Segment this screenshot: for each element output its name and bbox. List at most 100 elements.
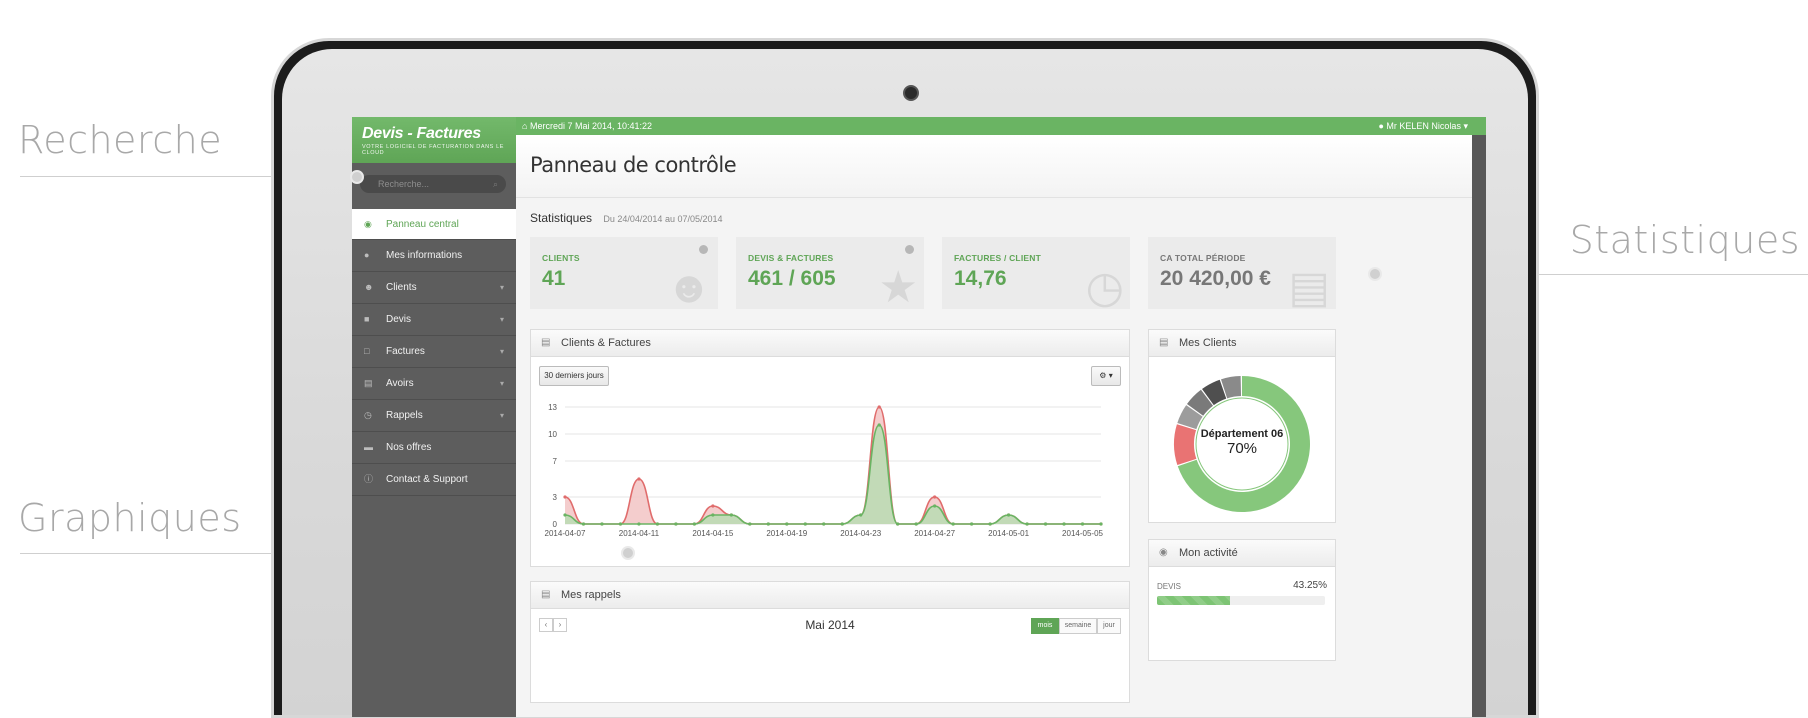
stats-range: Du 24/04/2014 au 07/05/2014 bbox=[603, 214, 723, 224]
stat-card-label: DEVIS & FACTURES bbox=[748, 253, 834, 263]
app-logo[interactable]: Devis - Factures VOTRE LOGICIEL DE FACTU… bbox=[352, 117, 516, 163]
activity-panel: ◉ Mon activité DEVIS 43.25% bbox=[1148, 539, 1336, 661]
reminders-panel-title: Mes rappels bbox=[561, 589, 621, 601]
y-tick-label: 7 bbox=[553, 457, 558, 466]
donut-label: Département 06 bbox=[1200, 428, 1284, 440]
caret-down-icon: ▾ bbox=[499, 379, 504, 388]
x-tick-label: 2014-04-23 bbox=[840, 529, 881, 538]
current-date: ⌂ Mercredi 7 Mai 2014, 10:41:22 bbox=[522, 117, 652, 135]
data-point bbox=[748, 522, 752, 526]
stat-card-factures-client[interactable]: FACTURES / CLIENT 14,76 ◷ bbox=[942, 237, 1130, 309]
activity-panel-title: Mon activité bbox=[1179, 547, 1238, 559]
date-text: Mercredi 7 Mai 2014, 10:41:22 bbox=[529, 121, 653, 131]
y-tick-label: 0 bbox=[553, 520, 558, 529]
callout-stats-dot bbox=[1368, 267, 1382, 281]
sidebar-item-nos-offres[interactable]: ▬ Nos offres bbox=[352, 432, 516, 464]
stat-card-value: 14,76 bbox=[954, 267, 1007, 290]
play-icon[interactable] bbox=[905, 245, 914, 254]
folder-icon: ■ bbox=[364, 314, 370, 324]
clients-panel-header: ▤ Mes Clients bbox=[1149, 330, 1335, 357]
search-icon[interactable]: ⌕ bbox=[493, 175, 498, 193]
stat-card-value: 461 / 605 bbox=[748, 267, 836, 290]
caret-down-icon: ▾ bbox=[499, 315, 504, 324]
page-title: Panneau de contrôle bbox=[530, 153, 737, 177]
activity-label: DEVIS bbox=[1157, 582, 1182, 591]
sidebar-item-clients[interactable]: ☻ Clients ▾ bbox=[352, 272, 516, 304]
sidebar-item-rappels[interactable]: ◷ Rappels ▾ bbox=[352, 400, 516, 432]
sidebar-item-label: Devis bbox=[386, 314, 412, 325]
range-button[interactable]: 30 derniers jours bbox=[539, 366, 609, 386]
folder-open-icon: □ bbox=[364, 346, 370, 356]
sidebar-item-label: Contact & Support bbox=[386, 474, 468, 485]
data-point bbox=[1006, 513, 1011, 517]
user-menu[interactable]: ● Mr KELEN Nicolas ▾ bbox=[1378, 117, 1468, 135]
play-icon[interactable] bbox=[699, 245, 708, 254]
info-icon: ⓘ bbox=[364, 474, 374, 484]
sidebar-item-label: Factures bbox=[386, 346, 425, 357]
x-tick-label: 2014-04-19 bbox=[766, 529, 807, 538]
activity-panel-header: ◉ Mon activité bbox=[1149, 540, 1335, 567]
laptop-bezel: Devis - Factures VOTRE LOGICIEL DE FACTU… bbox=[282, 49, 1528, 717]
stats-heading: Statistiques Du 24/04/2014 au 07/05/2014 bbox=[530, 211, 723, 225]
chart-panel: ▤ Clients & Factures 30 derniers jours ⚙… bbox=[530, 329, 1130, 567]
sidebar-item-label: Nos offres bbox=[386, 442, 432, 453]
stat-card-clients[interactable]: CLIENTS 41 ☻ bbox=[530, 237, 718, 309]
sidebar-item-contact-support[interactable]: ⓘ Contact & Support bbox=[352, 464, 516, 496]
sidebar-item-label: Panneau central bbox=[386, 219, 459, 230]
data-point bbox=[933, 504, 937, 508]
data-point bbox=[618, 522, 623, 526]
page-header: Panneau de contrôle bbox=[516, 135, 1472, 198]
user-name: Mr KELEN Nicolas bbox=[1386, 121, 1461, 131]
y-tick-label: 3 bbox=[553, 493, 558, 502]
data-point bbox=[1062, 522, 1066, 526]
data-point bbox=[859, 513, 863, 517]
data-point bbox=[563, 513, 567, 517]
reminders-panel-header: ▤ Mes rappels bbox=[531, 582, 1129, 609]
donut-center: Département 06 70% bbox=[1192, 428, 1292, 457]
view-week-button[interactable]: semaine bbox=[1059, 618, 1097, 634]
calendar-icon: ▤ bbox=[364, 378, 373, 388]
view-month-button[interactable]: mois bbox=[1031, 618, 1059, 634]
calendar-view-switch: mois semaine jour bbox=[1031, 618, 1121, 634]
stat-card-label: FACTURES / CLIENT bbox=[954, 253, 1041, 263]
search-input[interactable]: Recherche... ⌕ bbox=[360, 175, 506, 193]
scrollbar[interactable] bbox=[1472, 135, 1486, 717]
search-placeholder: Recherche... bbox=[378, 179, 430, 189]
caret-down-icon: ▾ bbox=[499, 411, 504, 420]
app-screen: Devis - Factures VOTRE LOGICIEL DE FACTU… bbox=[352, 117, 1486, 717]
x-tick-label: 2014-04-07 bbox=[545, 529, 586, 538]
data-point bbox=[896, 522, 900, 526]
callout-charts-dot bbox=[621, 546, 635, 560]
sidebar-item-mes-informations[interactable]: ● Mes informations bbox=[352, 240, 516, 272]
data-point bbox=[1080, 522, 1085, 526]
data-point bbox=[563, 495, 567, 499]
data-point bbox=[711, 504, 715, 508]
logo-subtitle: VOTRE LOGICIEL DE FACTURATION DANS LE CL… bbox=[362, 144, 504, 156]
sidebar-item-label: Clients bbox=[386, 282, 417, 293]
view-day-button[interactable]: jour bbox=[1097, 618, 1121, 634]
x-tick-label: 2014-04-15 bbox=[692, 529, 733, 538]
stat-card-value: 20 420,00 € bbox=[1160, 267, 1271, 290]
data-point bbox=[877, 405, 881, 409]
sidebar-item-avoirs[interactable]: ▤ Avoirs ▾ bbox=[352, 368, 516, 400]
dashboard-icon: ◉ bbox=[1159, 547, 1168, 558]
stat-card-devis-factures[interactable]: DEVIS & FACTURES 461 / 605 ★ bbox=[736, 237, 924, 309]
data-point bbox=[711, 513, 715, 517]
activity-value: 43.25% bbox=[1293, 580, 1327, 591]
donut-value: 70% bbox=[1226, 440, 1258, 457]
sidebar-item-devis[interactable]: ■ Devis ▾ bbox=[352, 304, 516, 336]
data-point bbox=[637, 477, 641, 481]
home-icon[interactable]: ⌂ bbox=[522, 121, 527, 131]
chart-panel-title: Clients & Factures bbox=[561, 337, 651, 349]
clock-icon: ◷ bbox=[364, 410, 372, 420]
user-icon: ☻ bbox=[364, 282, 374, 292]
y-tick-label: 10 bbox=[548, 430, 557, 439]
sidebar-item-panneau-central[interactable]: ◉ Panneau central bbox=[352, 209, 516, 240]
user-silhouette-icon: ☻ bbox=[665, 263, 712, 309]
settings-dropdown-button[interactable]: ⚙ ▾ bbox=[1091, 366, 1121, 386]
sidebar-item-factures[interactable]: □ Factures ▾ bbox=[352, 336, 516, 368]
clock-icon: ◷ bbox=[1085, 263, 1124, 309]
stat-card-ca-total[interactable]: CA TOTAL PÉRIODE 20 420,00 € ▤ bbox=[1148, 237, 1336, 309]
data-point bbox=[1043, 522, 1048, 526]
user-icon: ● bbox=[1378, 121, 1384, 131]
